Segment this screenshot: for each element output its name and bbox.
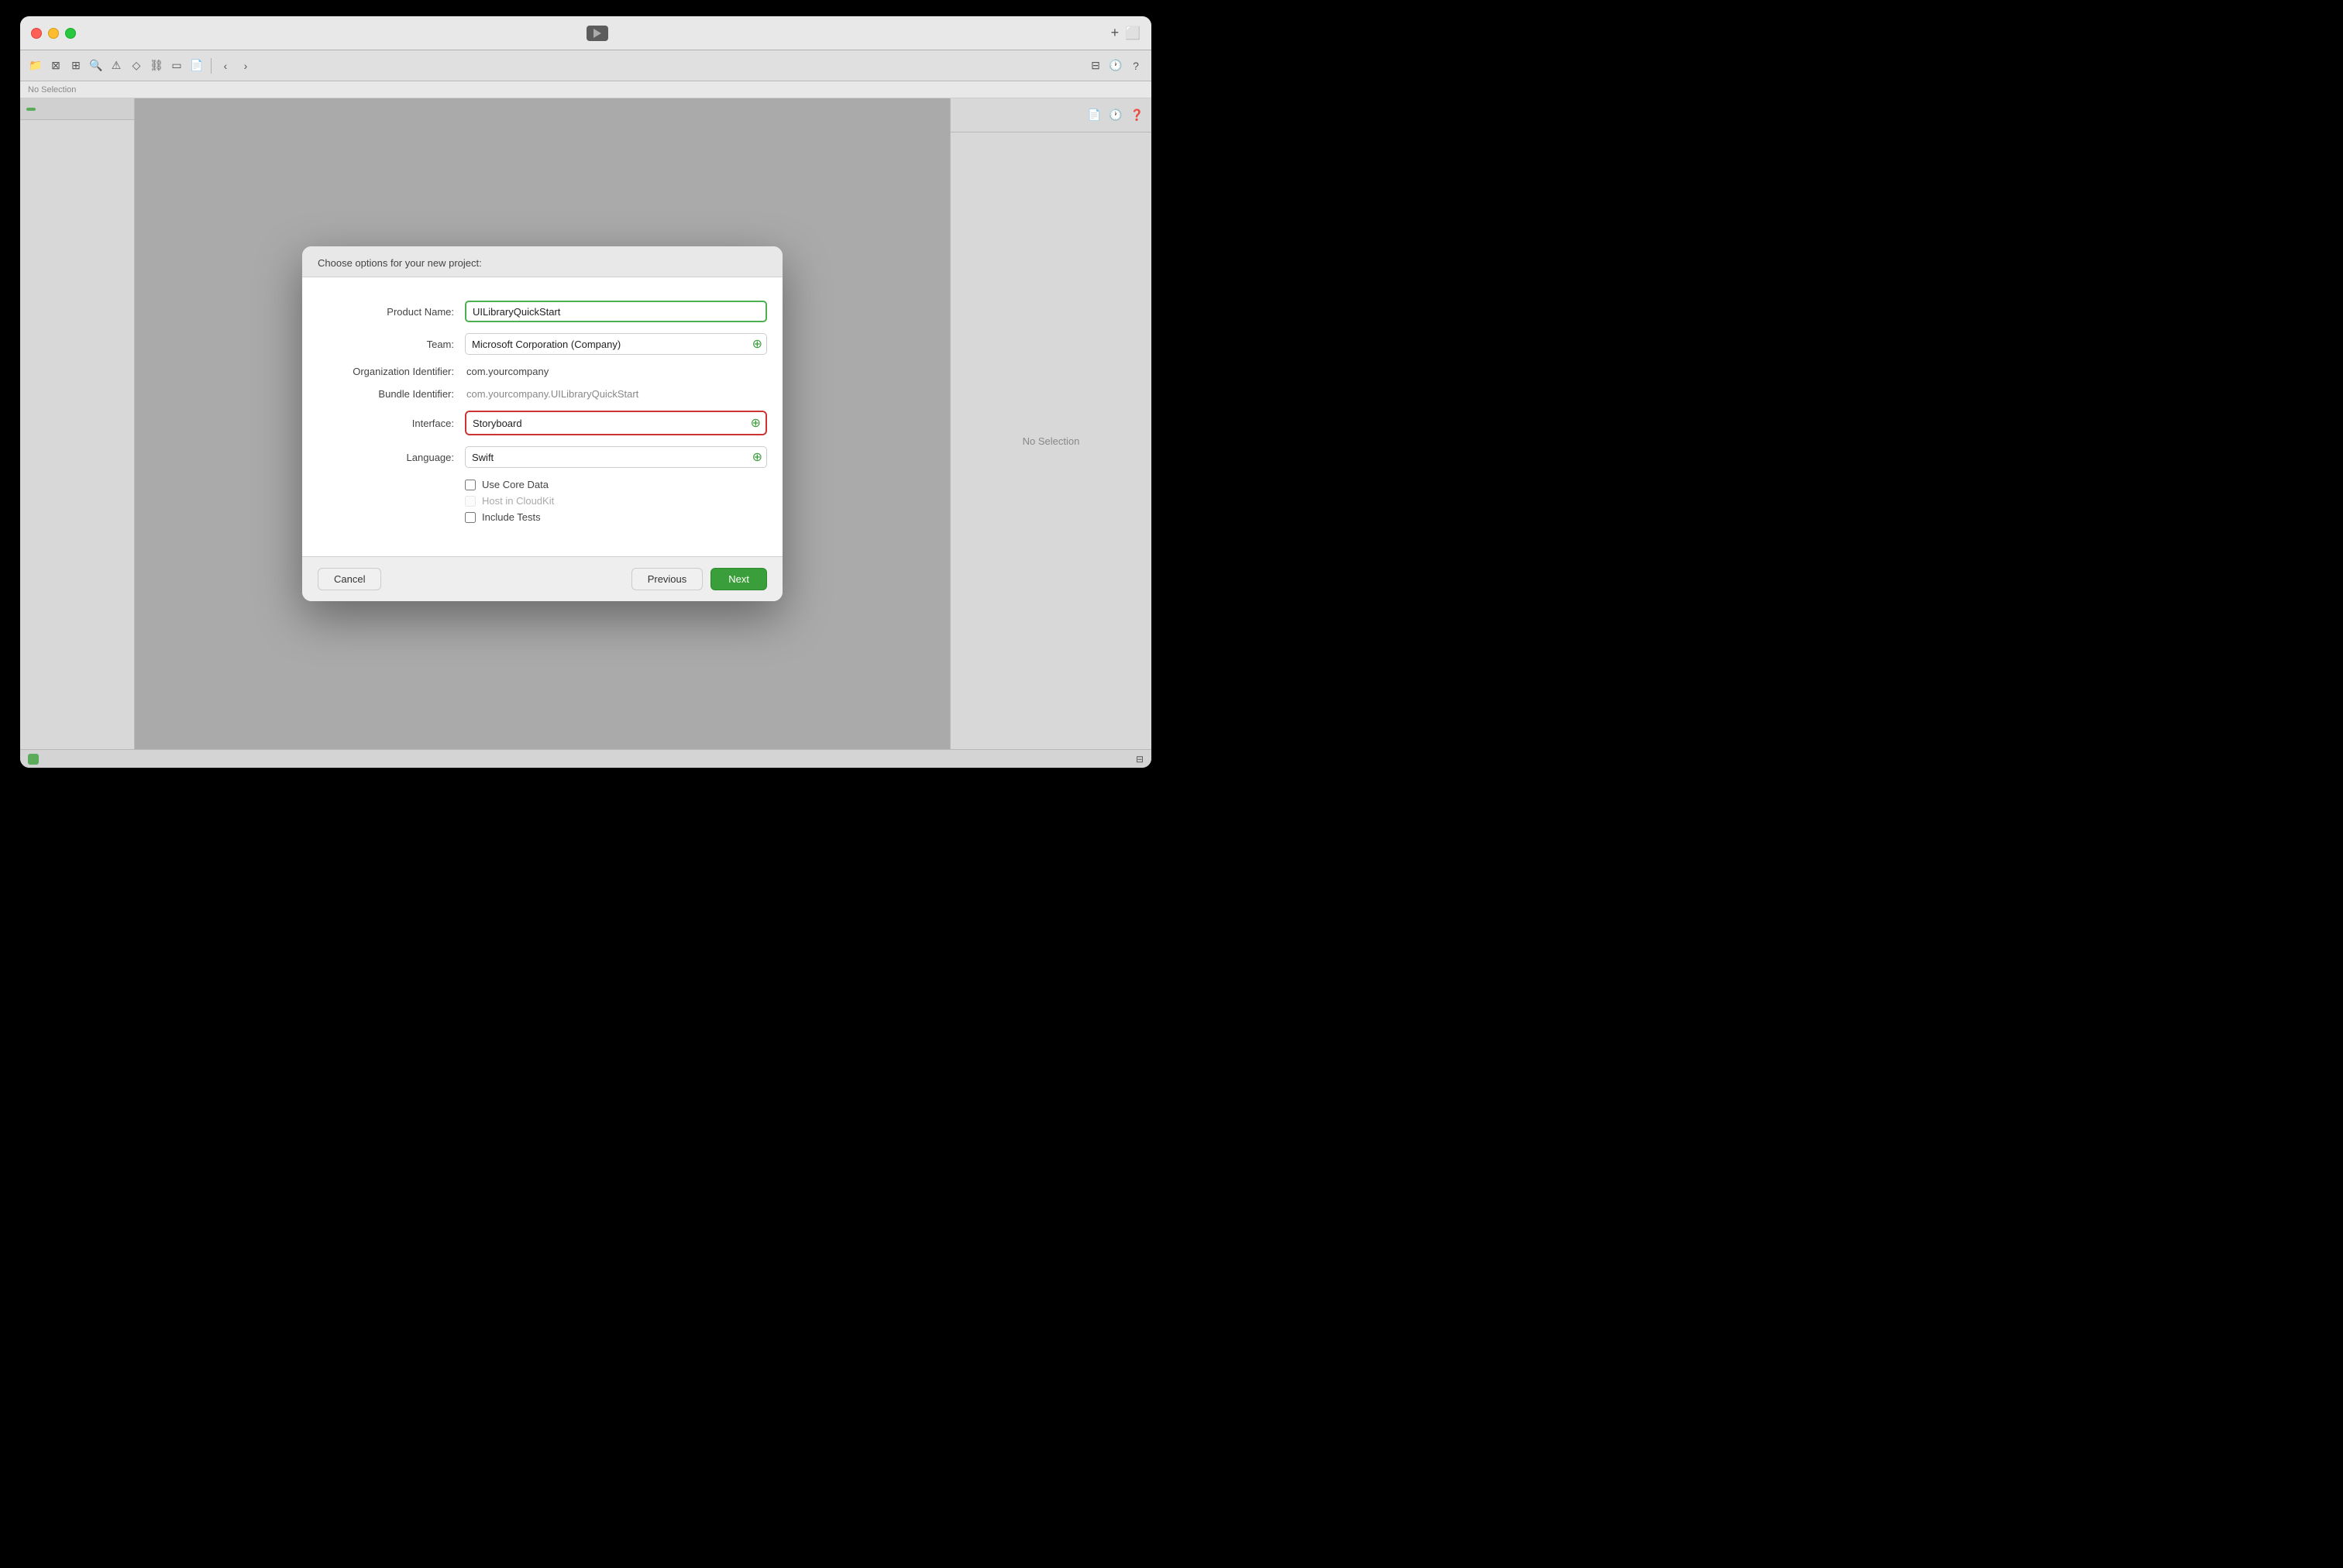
team-label: Team: — [318, 339, 465, 350]
main-area: Choose options for your new project: Pro… — [20, 98, 1151, 749]
bundle-identifier-label: Bundle Identifier: — [318, 388, 465, 400]
org-identifier-label: Organization Identifier: — [318, 366, 465, 377]
no-selection-text: No Selection — [28, 85, 76, 95]
language-row: Language: Swift Objective-C ⊕ — [318, 446, 767, 468]
team-select-wrapper: Microsoft Corporation (Company) ⊕ — [465, 333, 767, 355]
no-selection-bar: No Selection — [20, 81, 1151, 98]
search-icon[interactable]: 🔍 — [88, 58, 104, 74]
host-in-cloudkit-label: Host in CloudKit — [482, 495, 554, 507]
bottom-indicator — [28, 754, 39, 765]
bottom-indicator — [26, 108, 36, 111]
new-project-modal: Choose options for your new project: Pro… — [302, 246, 783, 601]
org-identifier-row: Organization Identifier: com.yourcompany — [318, 366, 767, 377]
link-icon[interactable]: ⛓ — [149, 58, 164, 74]
product-name-input[interactable] — [465, 301, 767, 322]
center-content: Choose options for your new project: Pro… — [135, 98, 950, 749]
forward-icon[interactable]: › — [238, 58, 253, 74]
title-bar: + ⬜ — [20, 16, 1151, 50]
no-selection-right-text: No Selection — [1023, 435, 1080, 447]
bundle-identifier-value: com.yourcompany.UILibraryQuickStart — [465, 388, 767, 400]
warning-icon[interactable]: ⚠ — [108, 58, 124, 74]
help-inspector-icon[interactable]: ❓ — [1130, 108, 1144, 122]
product-name-label: Product Name: — [318, 306, 465, 318]
maximize-button[interactable] — [65, 28, 76, 39]
language-label: Language: — [318, 452, 465, 463]
diamond-icon[interactable]: ◇ — [129, 58, 144, 74]
minimize-button[interactable] — [48, 28, 59, 39]
toolbar-divider — [211, 58, 212, 74]
interface-row: Interface: Storyboard SwiftUI ⊕ — [318, 411, 767, 435]
cancel-button[interactable]: Cancel — [318, 568, 381, 590]
run-icon — [593, 29, 601, 38]
grid-icon[interactable]: ⊞ — [68, 58, 84, 74]
include-tests-checkbox[interactable] — [465, 512, 476, 523]
file-icon[interactable]: 📄 — [189, 58, 205, 74]
language-select[interactable]: Swift Objective-C — [465, 446, 767, 468]
traffic-lights — [31, 28, 76, 39]
run-button[interactable] — [587, 26, 608, 41]
help-icon[interactable]: ? — [1128, 58, 1144, 74]
mac-window: + ⬜ 📁 ⊠ ⊞ 🔍 ⚠ ◇ ⛓ ▭ 📄 ‹ › ⊟ 🕐 ? No Selec… — [20, 16, 1151, 768]
bundle-identifier-row: Bundle Identifier: com.yourcompany.UILib… — [318, 388, 767, 400]
modal-title: Choose options for your new project: — [318, 257, 482, 269]
split-view-button[interactable]: ⬜ — [1125, 26, 1141, 41]
rect-icon[interactable]: ▭ — [169, 58, 184, 74]
right-sidebar-top: 📄 🕐 ❓ — [951, 98, 1151, 132]
host-in-cloudkit-checkbox — [465, 496, 476, 507]
modal-footer: Cancel Previous Next — [302, 556, 783, 601]
close-button[interactable] — [31, 28, 42, 39]
product-name-row: Product Name: — [318, 301, 767, 322]
modal-title-bar: Choose options for your new project: — [302, 246, 783, 277]
use-core-data-label[interactable]: Use Core Data — [482, 479, 549, 490]
interface-select[interactable]: Storyboard SwiftUI — [466, 412, 766, 434]
language-select-wrapper: Swift Objective-C ⊕ — [465, 446, 767, 468]
right-sidebar-no-selection: No Selection — [951, 132, 1151, 749]
back-icon[interactable]: ‹ — [218, 58, 233, 74]
right-sidebar: 📄 🕐 ❓ No Selection — [950, 98, 1151, 749]
add-button[interactable]: + — [1111, 25, 1120, 41]
use-core-data-row: Use Core Data — [465, 479, 767, 490]
org-identifier-value: com.yourcompany — [465, 366, 767, 377]
toolbar: 📁 ⊠ ⊞ 🔍 ⚠ ◇ ⛓ ▭ 📄 ‹ › ⊟ 🕐 ? — [20, 50, 1151, 81]
next-button[interactable]: Next — [710, 568, 767, 590]
modal-overlay: Choose options for your new project: Pro… — [135, 98, 950, 749]
include-tests-row: Include Tests — [465, 511, 767, 523]
use-core-data-checkbox[interactable] — [465, 480, 476, 490]
previous-button[interactable]: Previous — [631, 568, 704, 590]
interface-label: Interface: — [318, 418, 465, 429]
clock-icon[interactable]: 🕐 — [1108, 58, 1123, 74]
file-inspector-icon[interactable]: 📄 — [1088, 108, 1101, 122]
left-sidebar — [20, 98, 135, 749]
team-row: Team: Microsoft Corporation (Company) ⊕ — [318, 333, 767, 355]
include-tests-label[interactable]: Include Tests — [482, 511, 541, 523]
close-tab-icon[interactable]: ⊠ — [48, 58, 64, 74]
bottom-bar: ⊟ — [20, 749, 1151, 768]
modal-body: Product Name: Team: Microsoft Corporatio… — [302, 277, 783, 556]
history-icon[interactable]: 🕐 — [1109, 108, 1122, 122]
host-in-cloudkit-row: Host in CloudKit — [465, 495, 767, 507]
inspector-icon[interactable]: ⊟ — [1088, 58, 1103, 74]
interface-select-wrapper: Storyboard SwiftUI ⊕ — [465, 411, 767, 435]
folder-icon[interactable]: 📁 — [28, 58, 43, 74]
bottom-right-icon[interactable]: ⊟ — [1136, 754, 1144, 765]
team-select[interactable]: Microsoft Corporation (Company) — [465, 333, 767, 355]
